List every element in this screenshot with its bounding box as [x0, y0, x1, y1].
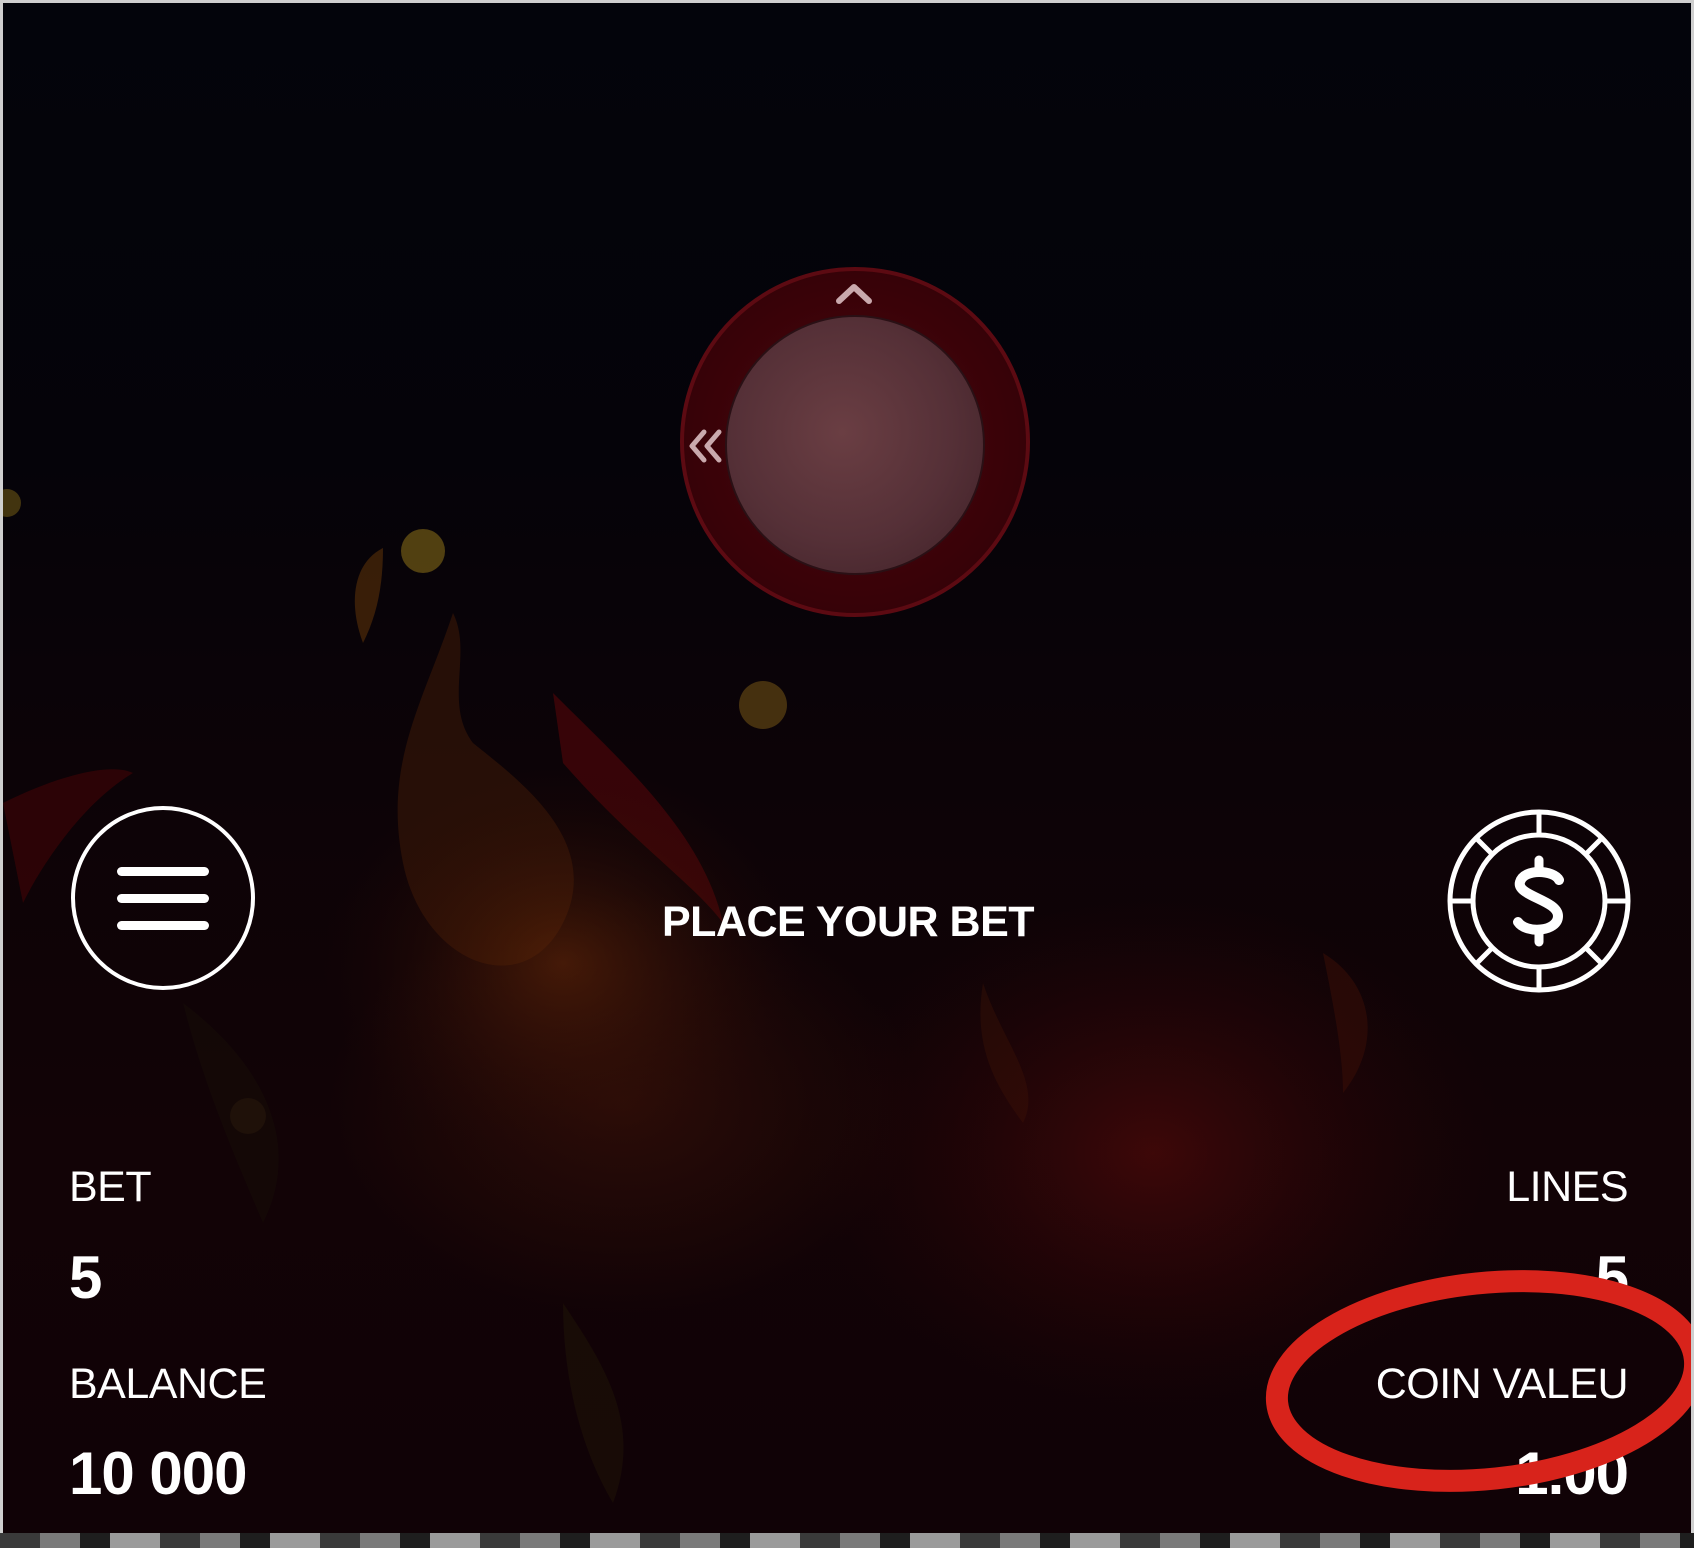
chevron-up-icon [836, 284, 872, 304]
lines-value: 5 [1595, 1244, 1629, 1311]
bottom-strip [0, 1533, 1694, 1548]
coin-value-label: COIN VALEU [1375, 1360, 1629, 1408]
flame-background [3, 489, 1473, 1503]
lines-label: LINES [1506, 1163, 1628, 1211]
hamburger-menu-icon-bar [117, 894, 209, 903]
coin-value-value: 1.00 [1515, 1440, 1629, 1507]
hamburger-menu-icon-bar [117, 867, 209, 876]
menu-button[interactable] [71, 806, 255, 990]
game-screen: PLACE YOUR BET BET 5 LINES 5 BALANCE 10 … [3, 3, 1691, 1533]
status-message: PLACE YOUR BET [661, 898, 1035, 946]
double-chevron-left-icon [689, 429, 722, 463]
bet-value: 5 [69, 1244, 102, 1311]
balance-label: BALANCE [69, 1360, 267, 1408]
bet-chip-button[interactable] [1446, 808, 1632, 994]
hamburger-menu-icon-bar [117, 921, 209, 930]
dollar-chip-icon [1450, 812, 1628, 990]
bet-label: BET [69, 1163, 152, 1211]
joystick-knob[interactable] [725, 315, 985, 575]
balance-value: 10 000 [69, 1440, 248, 1507]
